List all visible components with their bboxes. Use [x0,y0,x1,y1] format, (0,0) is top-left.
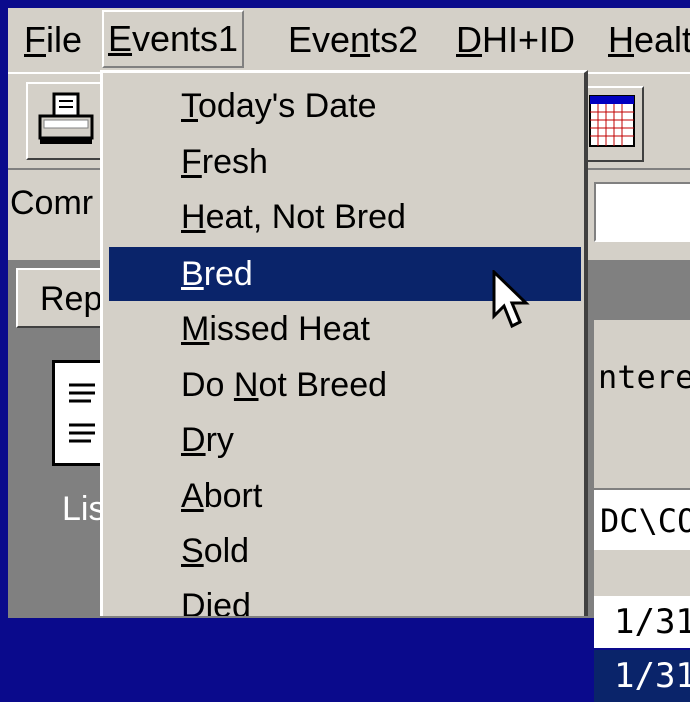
list-label: Lis [62,490,106,528]
menu-item-todays-date[interactable]: Today's Date [109,79,581,133]
path-field[interactable]: DC\CO [594,488,690,550]
command-label: Comr [10,184,94,222]
menu-bar: File Events1 Events2 DHI+ID Healt [8,8,690,72]
list-item[interactable]: 1/31 [594,596,690,648]
command-input[interactable] [594,182,690,242]
menu-item-do-not-breed[interactable]: Do Not Breed [109,358,581,412]
printer-icon [38,92,94,144]
print-button[interactable] [26,82,110,160]
menu-item-abort[interactable]: Abort [109,469,581,523]
menu-item-died[interactable]: Died [109,579,581,616]
calendar-button[interactable] [584,86,644,162]
calendar-icon [589,95,635,147]
menu-events2[interactable]: Events2 [284,14,422,66]
menu-item-dry[interactable]: Dry [109,413,581,467]
menu-file[interactable]: File [20,14,86,66]
entered-label: ntere [598,358,690,396]
list-item[interactable]: 1/31 [594,650,690,702]
menu-item-heat-not-bred[interactable]: Heat, Not Bred [109,190,581,244]
menu-item-sold[interactable]: Sold [109,524,581,578]
mouse-pointer-icon [492,270,530,329]
right-pane: ntere DC\CO 1/31 1/31 [594,320,690,702]
menu-events1[interactable]: Events1 [102,10,245,68]
events1-dropdown-menu: Today's Date Fresh Heat, Not Bred Bred M… [100,70,588,616]
menu-item-fresh[interactable]: Fresh [109,135,581,189]
menu-dhi-id[interactable]: DHI+ID [452,14,579,66]
menu-health[interactable]: Healt [604,14,690,66]
